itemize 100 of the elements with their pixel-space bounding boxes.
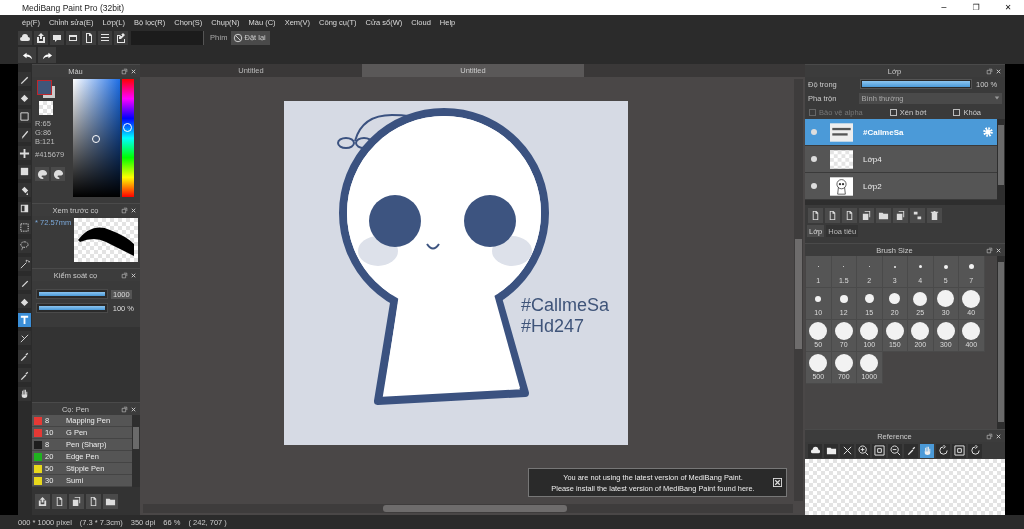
tool-button[interactable] — [18, 164, 31, 179]
close-icon[interactable] — [773, 478, 782, 487]
tool-button[interactable] — [18, 90, 31, 105]
tool-button[interactable] — [18, 275, 31, 290]
fit-button[interactable] — [872, 443, 886, 458]
dock-icon[interactable] — [121, 271, 128, 279]
dock-icon[interactable] — [121, 405, 128, 413]
page-icon — [827, 209, 838, 221]
dock-icon[interactable] — [986, 246, 993, 254]
page-icon — [54, 495, 65, 507]
merge-button[interactable] — [910, 207, 925, 223]
rotate-button[interactable] — [968, 443, 982, 458]
tool-button[interactable] — [18, 386, 31, 401]
tool-button[interactable] — [18, 72, 31, 86]
eyedropper-icon — [905, 445, 917, 456]
dock-icon[interactable] — [986, 432, 993, 440]
zoom-out-button[interactable] — [888, 443, 902, 458]
prohibited-icon — [232, 32, 243, 43]
layer-name: #CallmeSa — [863, 127, 905, 137]
eyedropper-icon — [19, 351, 30, 362]
layer-thumbnail — [830, 147, 853, 171]
color-picker[interactable] — [73, 79, 120, 197]
trash-icon — [929, 209, 940, 221]
tool-button[interactable] — [18, 127, 31, 142]
tool-button[interactable] — [18, 183, 31, 197]
tool-button[interactable] — [18, 368, 31, 382]
tool-button[interactable] — [18, 201, 31, 216]
dock-icon[interactable] — [986, 67, 993, 75]
tool-button[interactable] — [18, 349, 31, 364]
page-button[interactable] — [52, 493, 67, 509]
layer-row[interactable]: Lớp4 — [805, 146, 997, 173]
window-icon[interactable] — [66, 30, 80, 45]
close-icon[interactable] — [130, 206, 137, 214]
close-button[interactable] — [840, 443, 854, 458]
canvas[interactable]: #CallmeSa #Hd247 — [284, 101, 628, 445]
tool-button[interactable] — [18, 294, 31, 308]
upload-icon[interactable] — [34, 30, 48, 45]
scrollbar[interactable] — [132, 415, 140, 487]
visibility-icon[interactable] — [810, 182, 818, 190]
close-icon[interactable] — [995, 432, 1002, 440]
scrollbar[interactable] — [997, 256, 1005, 429]
tool-button[interactable] — [18, 146, 31, 160]
palette-icon — [52, 168, 64, 180]
hand-button[interactable] — [920, 443, 934, 458]
tool-button[interactable] — [18, 312, 31, 327]
cloud-icon[interactable] — [18, 30, 32, 45]
page-button[interactable] — [86, 493, 101, 509]
merge-icon — [912, 209, 923, 221]
close-icon[interactable] — [995, 67, 1002, 75]
edit-icon[interactable] — [114, 30, 128, 45]
page-icon — [844, 209, 855, 221]
copy-button[interactable] — [859, 207, 874, 223]
page-button[interactable] — [825, 207, 840, 223]
bucket-icon — [19, 184, 30, 196]
page-button[interactable] — [808, 207, 823, 223]
move-icon — [19, 147, 30, 159]
settings-icon[interactable] — [982, 126, 994, 138]
speech-bubble-icon[interactable] — [50, 30, 64, 45]
page-button[interactable] — [842, 207, 857, 223]
visibility-icon[interactable] — [810, 155, 818, 163]
trash-button[interactable] — [927, 207, 942, 223]
copy-button[interactable] — [893, 207, 908, 223]
tool-button[interactable] — [18, 257, 31, 271]
folder-button[interactable] — [876, 207, 891, 223]
layer-row[interactable]: Lớp2 — [805, 173, 997, 200]
redo-button[interactable] — [38, 47, 56, 63]
transparent-swatch[interactable] — [39, 101, 53, 115]
rotate-icon — [969, 445, 981, 456]
window-title: MediBang Paint Pro (32bit) — [21, 2, 126, 13]
canvas-text: #Hd247 — [521, 316, 585, 336]
palette-button[interactable] — [51, 167, 65, 181]
scrollbar[interactable] — [143, 504, 793, 513]
selection-icon — [19, 221, 30, 233]
close-icon[interactable] — [995, 246, 1002, 254]
dock-icon[interactable] — [121, 67, 128, 75]
palette-button[interactable] — [35, 167, 49, 181]
folder-button[interactable] — [103, 493, 118, 509]
upload-button[interactable] — [35, 493, 50, 509]
tool-button[interactable] — [18, 331, 31, 345]
zoom-in-button[interactable] — [856, 443, 870, 458]
page-icon — [88, 495, 99, 507]
fit-button[interactable] — [952, 443, 966, 458]
undo-button[interactable] — [18, 47, 36, 63]
brush-icon — [19, 129, 30, 140]
close-icon[interactable] — [130, 405, 137, 413]
rotate-button[interactable] — [936, 443, 950, 458]
cloud-button[interactable] — [808, 443, 822, 458]
rotate-icon — [937, 445, 949, 456]
folder-button[interactable] — [824, 443, 838, 458]
copy-icon — [71, 495, 82, 507]
copy-icon — [895, 209, 906, 221]
close-icon[interactable] — [130, 67, 137, 75]
copy-button[interactable] — [69, 493, 84, 509]
scrollbar[interactable] — [794, 79, 803, 501]
eyedropper-button[interactable] — [904, 443, 918, 458]
list-icon[interactable] — [98, 30, 112, 45]
page-icon[interactable] — [82, 30, 96, 45]
eraser-icon — [19, 92, 30, 103]
close-icon[interactable] — [130, 271, 137, 279]
dock-icon[interactable] — [121, 206, 128, 214]
